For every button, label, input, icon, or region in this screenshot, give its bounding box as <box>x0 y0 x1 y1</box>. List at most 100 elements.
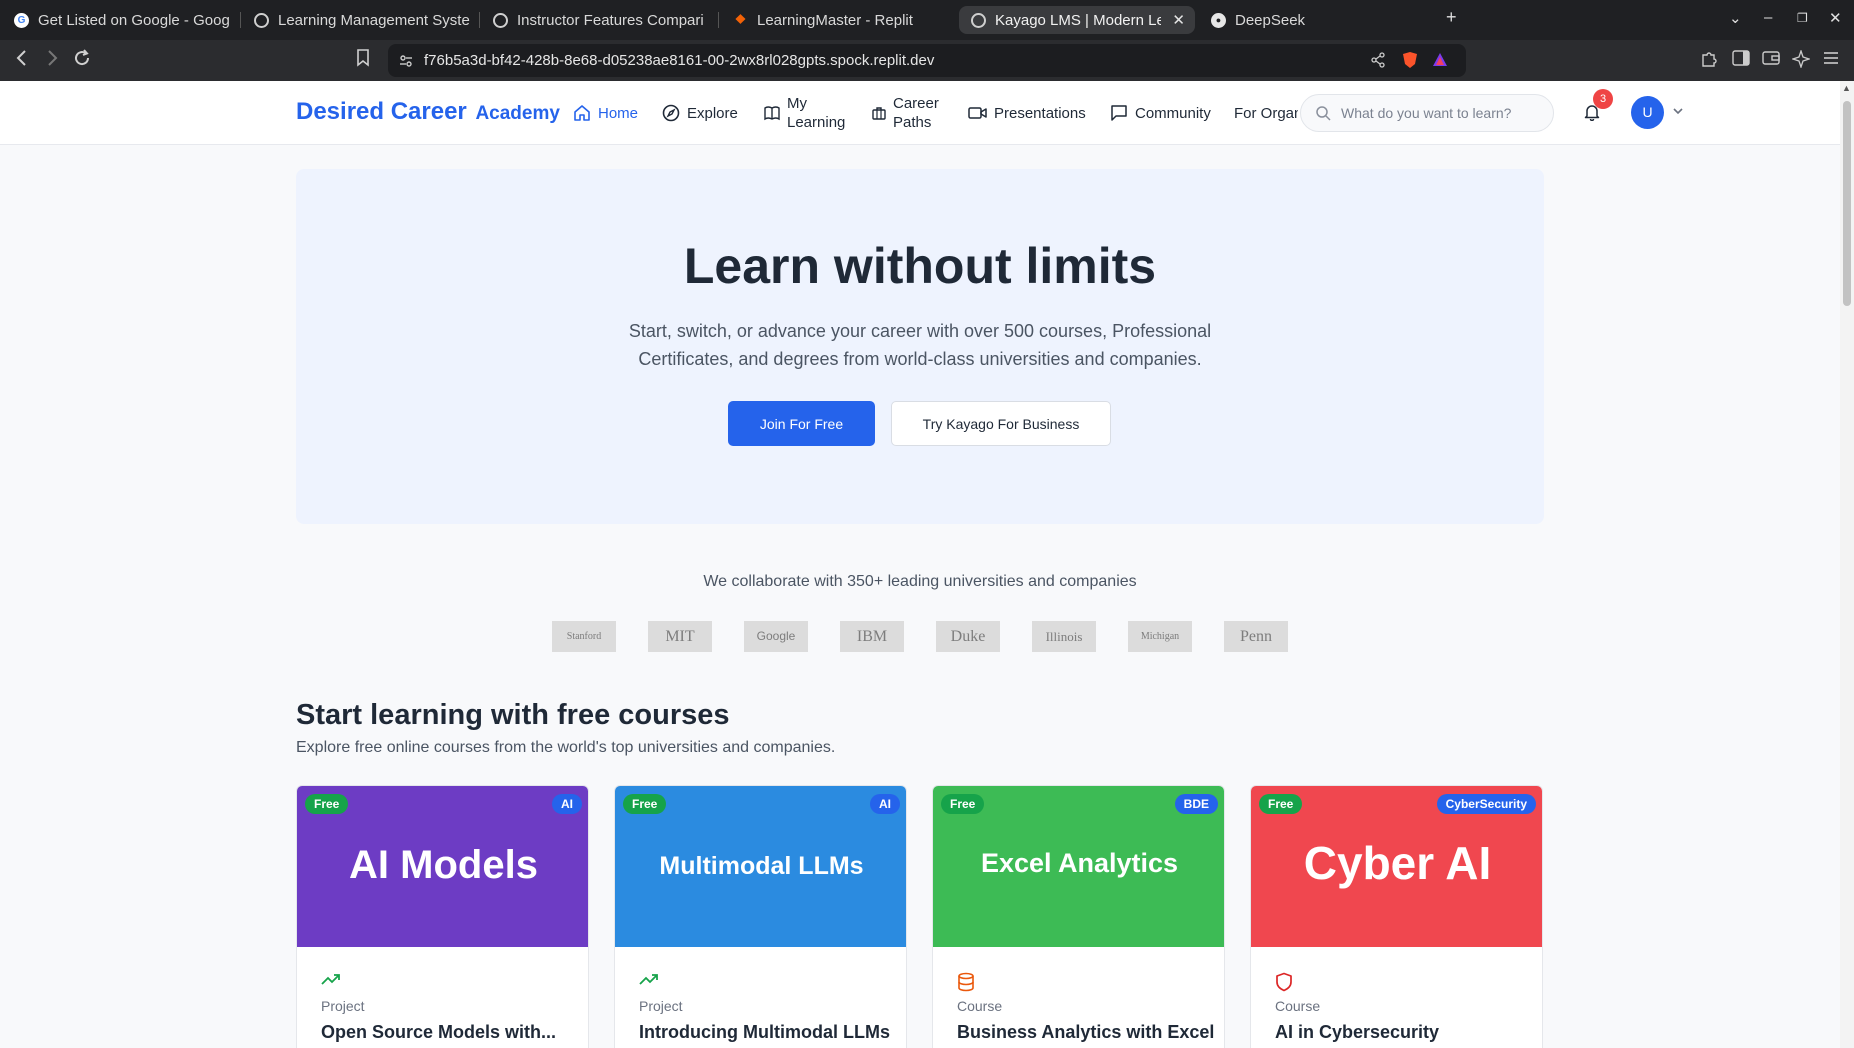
browser-tab[interactable]: ● DeepSeek <box>1199 6 1429 34</box>
web-page: Desired Career Academy Home Explore My Le… <box>0 81 1854 1048</box>
partner-logo: Michigan <box>1128 621 1192 652</box>
globe-icon <box>493 12 508 28</box>
nav-my-learning[interactable]: My Learning <box>764 93 845 133</box>
wallet-icon[interactable] <box>1762 50 1780 71</box>
partner-logo: IBM <box>840 621 904 652</box>
new-tab-icon[interactable]: + <box>1446 7 1457 28</box>
avatar[interactable]: U <box>1631 96 1664 129</box>
browser-tab[interactable]: Instructor Features Compari <box>481 6 713 34</box>
brand-name: Desired Career <box>296 98 467 125</box>
leo-ai-icon[interactable] <box>1790 48 1812 73</box>
course-card[interactable]: Cyber AI Free CyberSecurity Course AI in… <box>1250 785 1543 1048</box>
browser-tab-bar: G Get Listed on Google - Goog Learning M… <box>0 0 1854 40</box>
free-badge: Free <box>623 794 667 814</box>
browser-tab[interactable]: Learning Management Syste <box>242 6 474 34</box>
free-badge: Free <box>1259 794 1303 814</box>
close-window-icon[interactable]: ✕ <box>1829 9 1842 27</box>
book-icon <box>764 105 780 121</box>
site-settings-icon[interactable] <box>398 53 414 74</box>
course-title[interactable]: Business Analytics with Excel <box>957 1022 1214 1043</box>
nav-explore[interactable]: Explore <box>662 93 738 133</box>
category-badge: BDE <box>1174 794 1218 814</box>
close-tab-icon[interactable]: ✕ <box>1172 11 1185 29</box>
replit-icon: ⯁ <box>735 12 746 27</box>
sidebar-toggle-icon[interactable] <box>1732 50 1750 71</box>
video-icon <box>968 106 987 120</box>
globe-icon <box>971 12 986 28</box>
free-courses-title: Start learning with free courses <box>296 699 730 731</box>
brave-rewards-icon[interactable] <box>1432 52 1448 73</box>
scroll-up-icon[interactable]: ▲ <box>1842 83 1851 93</box>
course-banner-text: Multimodal LLMs <box>659 852 864 880</box>
course-banner: Excel Analytics Free BDE <box>933 786 1224 947</box>
try-for-business-button[interactable]: Try Kayago For Business <box>891 401 1111 446</box>
hero-title: Learn without limits <box>683 238 1157 294</box>
briefcase-icon <box>872 106 886 120</box>
back-icon[interactable] <box>14 48 30 74</box>
nav-for-organizations[interactable]: For Organ <box>1234 93 1298 133</box>
nav-home[interactable]: Home <box>573 93 638 133</box>
address-bar[interactable]: f76b5a3d-bf42-428b-8e68-d05238ae8161-00-… <box>388 44 1466 77</box>
home-icon <box>573 104 591 122</box>
course-card[interactable]: Multimodal LLMs Free AI Project Introduc… <box>614 785 907 1048</box>
course-card[interactable]: AI Models Free AI Project Open Source Mo… <box>296 785 589 1048</box>
course-banner: Multimodal LLMs Free AI <box>615 786 906 947</box>
browser-tab[interactable]: G Get Listed on Google - Goog <box>2 6 234 34</box>
reload-icon[interactable] <box>72 48 92 74</box>
url-text: f76b5a3d-bf42-428b-8e68-d05238ae8161-00-… <box>424 52 935 69</box>
course-banner: Cyber AI Free CyberSecurity <box>1251 786 1542 947</box>
extensions-icon[interactable] <box>1700 50 1718 73</box>
category-badge: AI <box>552 794 582 814</box>
partner-logo: Stanford <box>552 621 616 652</box>
forward-icon[interactable] <box>44 48 60 74</box>
partner-logo: MIT <box>648 621 712 652</box>
course-title[interactable]: Introducing Multimodal LLMs <box>639 1022 890 1043</box>
menu-icon[interactable] <box>1822 50 1840 71</box>
free-badge: Free <box>305 794 349 814</box>
chevron-down-icon[interactable] <box>1672 103 1684 121</box>
partner-logo: Illinois <box>1032 621 1096 652</box>
browser-tab-active[interactable]: Kayago LMS | Modern Le ✕ <box>959 6 1195 34</box>
course-type: Course <box>957 998 1003 1014</box>
share-icon[interactable] <box>1370 52 1386 73</box>
shield-icon <box>1275 972 1293 997</box>
course-title[interactable]: Open Source Models with... <box>321 1022 556 1043</box>
page-scrollbar[interactable]: ▲ <box>1840 81 1854 1048</box>
tab-separator <box>479 12 480 28</box>
compass-icon <box>662 104 680 122</box>
search-bar[interactable] <box>1300 94 1554 132</box>
course-title[interactable]: AI in Cybersecurity <box>1275 1022 1439 1043</box>
restore-icon[interactable]: ❐ <box>1797 11 1808 25</box>
browser-toolbar: f76b5a3d-bf42-428b-8e68-d05238ae8161-00-… <box>0 40 1854 81</box>
partner-logo: Google <box>744 621 808 652</box>
site-header: Desired Career Academy Home Explore My Le… <box>0 81 1840 145</box>
browser-tab[interactable]: ⯁ LearningMaster - Replit <box>721 6 953 34</box>
trending-up-icon <box>321 972 341 991</box>
tab-separator <box>240 12 241 28</box>
category-badge: AI <box>870 794 900 814</box>
chat-icon <box>1110 104 1128 122</box>
partner-logo: Duke <box>936 621 1000 652</box>
course-type: Project <box>639 998 683 1014</box>
nav-presentations[interactable]: Presentations <box>968 93 1086 133</box>
nav-career-paths[interactable]: Career Paths <box>872 93 939 133</box>
join-for-free-button[interactable]: Join For Free <box>728 401 875 446</box>
brand-suffix: Academy <box>475 103 560 124</box>
course-card[interactable]: Excel Analytics Free BDE Course Business… <box>932 785 1225 1048</box>
minimize-icon[interactable]: – <box>1764 9 1772 26</box>
tab-list-chevron-icon[interactable]: ⌄ <box>1729 9 1742 27</box>
nav-community[interactable]: Community <box>1110 93 1211 133</box>
search-input[interactable] <box>1339 103 1539 123</box>
hero-subtitle: Start, switch, or advance your career wi… <box>628 321 1212 369</box>
search-icon <box>1315 105 1331 126</box>
scroll-thumb[interactable] <box>1843 101 1851 306</box>
globe-icon <box>254 12 269 28</box>
bookmark-icon[interactable] <box>356 49 370 73</box>
brave-shield-icon[interactable] <box>1402 51 1418 74</box>
course-type: Course <box>1275 998 1321 1014</box>
course-banner: AI Models Free AI <box>297 786 588 947</box>
hero-section: Learn without limits Start, switch, or a… <box>296 169 1544 524</box>
site-logo[interactable]: Desired Career Academy <box>296 98 560 126</box>
course-banner-text: Excel Analytics <box>980 848 1179 878</box>
course-type: Project <box>321 998 365 1014</box>
